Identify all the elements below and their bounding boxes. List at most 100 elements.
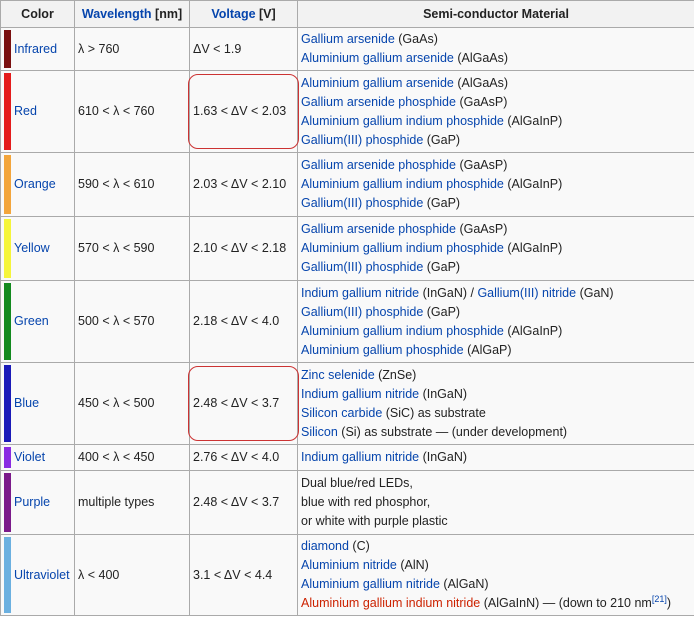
material-link[interactable]: Gallium(III) phosphide xyxy=(301,196,423,210)
material-link[interactable]: Gallium arsenide phosphide xyxy=(301,158,456,172)
material-text: (AlGaN) xyxy=(439,577,489,591)
material-link[interactable]: Gallium arsenide phosphide xyxy=(301,222,456,236)
material-link[interactable]: Gallium arsenide xyxy=(301,32,395,46)
reference-link[interactable]: [21] xyxy=(652,594,667,604)
color-link[interactable]: Yellow xyxy=(14,241,50,255)
voltage-cell: 2.18 < ΔV < 4.0 xyxy=(189,280,298,363)
material-link[interactable]: Aluminium gallium indium phosphide xyxy=(301,114,504,128)
material-cell: Gallium arsenide (GaAs) Aluminium gallium… xyxy=(297,27,694,71)
material-link[interactable]: Gallium(III) phosphide xyxy=(301,133,423,147)
material-link[interactable]: Silicon carbide xyxy=(301,406,382,420)
voltage-cell: ΔV < 1.9 xyxy=(189,27,298,71)
material-cell: diamond (C) Aluminium nitride (AlN) Alumin… xyxy=(297,534,694,616)
wavelength-cell: 500 < λ < 570 xyxy=(74,280,190,363)
voltage-cell: 2.03 < ΔV < 2.10 xyxy=(189,152,298,217)
material-link[interactable]: Indium gallium nitride xyxy=(301,450,419,464)
color-link[interactable]: Green xyxy=(14,314,49,328)
color-swatch xyxy=(4,447,11,468)
material-link[interactable]: Gallium arsenide phosphide xyxy=(301,95,456,109)
material-line: Gallium arsenide (GaAs) xyxy=(301,30,691,49)
reference-superscript: [21] xyxy=(652,594,667,604)
material-link[interactable]: Aluminium gallium nitride xyxy=(301,577,440,591)
material-line: Gallium(III) phosphide (GaP) xyxy=(301,303,691,322)
material-line: Dual blue/red LEDs, xyxy=(301,474,691,493)
material-text: ) xyxy=(666,596,672,610)
material-line: Gallium arsenide phosphide (GaAsP) xyxy=(301,93,691,112)
material-link[interactable]: Aluminium gallium indium phosphide xyxy=(301,324,504,338)
color-link[interactable]: Orange xyxy=(14,177,56,191)
material-link[interactable]: diamond xyxy=(301,539,349,553)
material-link[interactable]: Gallium(III) nitride xyxy=(477,286,576,300)
voltage-value: 3.1 < ΔV < 4.4 xyxy=(193,567,273,582)
material-link[interactable]: Gallium(III) phosphide xyxy=(301,260,423,274)
material-line: Aluminium gallium indium phosphide (AlGa… xyxy=(301,112,691,131)
material-link[interactable]: Gallium(III) phosphide xyxy=(301,305,423,319)
material-link[interactable]: Aluminium gallium indium phosphide xyxy=(301,177,504,191)
wavelength-cell: multiple types xyxy=(74,470,190,535)
voltage-cell: 3.1 < ΔV < 4.4 xyxy=(189,534,298,616)
material-line: Indium gallium nitride (InGaN) xyxy=(301,385,691,404)
color-cell: Infrared xyxy=(0,27,75,71)
material-text: (GaP) xyxy=(423,132,461,147)
material-text: (GaP) xyxy=(423,196,461,210)
material-text: (InGaN) / xyxy=(419,285,478,300)
table-row: Green 500 < λ < 570 2.18 < ΔV < 4.0 Indium … xyxy=(0,280,694,363)
voltage-value: 2.48 < ΔV < 3.7 xyxy=(193,396,280,410)
voltage-value: 2.10 < ΔV < 2.18 xyxy=(193,241,287,255)
voltage-value: 2.03 < ΔV < 2.10 xyxy=(193,177,287,191)
material-text: (GaAsP) xyxy=(455,222,508,236)
header-voltage: Voltage [V] xyxy=(189,0,298,28)
color-link[interactable]: Red xyxy=(14,104,37,118)
material-line: Aluminium gallium indium phosphide (AlGa… xyxy=(301,175,691,194)
material-line: Aluminium gallium phosphide (AlGaP) xyxy=(301,341,691,360)
table-row: Red 610 < λ < 760 1.63 < ΔV < 2.03 Aluminiu… xyxy=(0,70,694,153)
color-link[interactable]: Infrared xyxy=(14,42,57,56)
material-text: or white with purple plastic xyxy=(301,514,448,528)
color-swatch xyxy=(4,365,11,442)
material-line: Aluminium gallium nitride (AlGaN) xyxy=(301,575,691,594)
material-text: (AlGaInP) xyxy=(503,241,563,255)
material-link[interactable]: Silicon xyxy=(301,425,338,439)
color-link[interactable]: Ultraviolet xyxy=(14,568,70,582)
led-color-table: Color Wavelength [nm] Voltage [V] Semi-c… xyxy=(0,0,694,616)
material-line: or white with purple plastic xyxy=(301,512,691,531)
header-row: Color Wavelength [nm] Voltage [V] Semi-c… xyxy=(0,0,694,28)
color-link[interactable]: Violet xyxy=(14,450,45,464)
material-line: Aluminium nitride (AlN) xyxy=(301,556,691,575)
material-text: (GaP) xyxy=(423,260,461,274)
wavelength-cell: 400 < λ < 450 xyxy=(74,444,190,471)
material-link[interactable]: Aluminium gallium arsenide xyxy=(301,76,454,90)
color-swatch xyxy=(4,473,11,532)
material-text: (GaN) xyxy=(576,285,614,300)
material-text: (GaAsP) xyxy=(455,158,508,172)
table-row: Purple multiple types 2.48 < ΔV < 3.7 Dual … xyxy=(0,470,694,535)
material-text: (AlGaAs) xyxy=(453,75,509,90)
material-link[interactable]: Aluminium nitride xyxy=(301,558,397,572)
material-cell: Aluminium gallium arsenide (AlGaAs) Galli… xyxy=(297,70,694,153)
material-text: (Si) as substrate — (under development) xyxy=(337,424,568,439)
color-link[interactable]: Blue xyxy=(14,396,39,410)
material-link[interactable]: Aluminium gallium indium phosphide xyxy=(301,241,504,255)
material-text: (AlN) xyxy=(396,558,429,572)
voltage-cell: 2.48 < ΔV < 3.7 xyxy=(189,470,298,535)
material-link[interactable]: Indium gallium nitride xyxy=(301,387,419,401)
material-line: Gallium(III) phosphide (GaP) xyxy=(301,131,691,150)
material-link[interactable]: Aluminium gallium arsenide xyxy=(301,51,454,65)
material-link[interactable]: Aluminium gallium indium nitride xyxy=(301,596,480,610)
material-text: (AlGaInN) — (down to 210 nm xyxy=(480,596,652,610)
material-text: (GaAs) xyxy=(394,32,438,46)
material-line: Gallium arsenide phosphide (GaAsP) xyxy=(301,220,691,239)
material-line: Aluminium gallium indium nitride (AlGaIn… xyxy=(301,594,691,613)
material-line: Silicon (Si) as substrate — (under devel… xyxy=(301,423,691,442)
material-line: Aluminium gallium indium phosphide (AlGa… xyxy=(301,239,691,258)
material-link[interactable]: Zinc selenide xyxy=(301,368,375,382)
color-link[interactable]: Purple xyxy=(14,495,50,509)
color-cell: Blue xyxy=(0,362,75,445)
wavelength-link[interactable]: Wavelength xyxy=(82,7,152,21)
material-link[interactable]: Indium gallium nitride xyxy=(301,286,419,300)
material-text: (AlGaInP) xyxy=(503,323,563,338)
voltage-link[interactable]: Voltage xyxy=(211,7,255,21)
material-link[interactable]: Aluminium gallium phosphide xyxy=(301,343,464,357)
material-text: (InGaN) xyxy=(419,450,468,464)
color-swatch xyxy=(4,537,11,613)
